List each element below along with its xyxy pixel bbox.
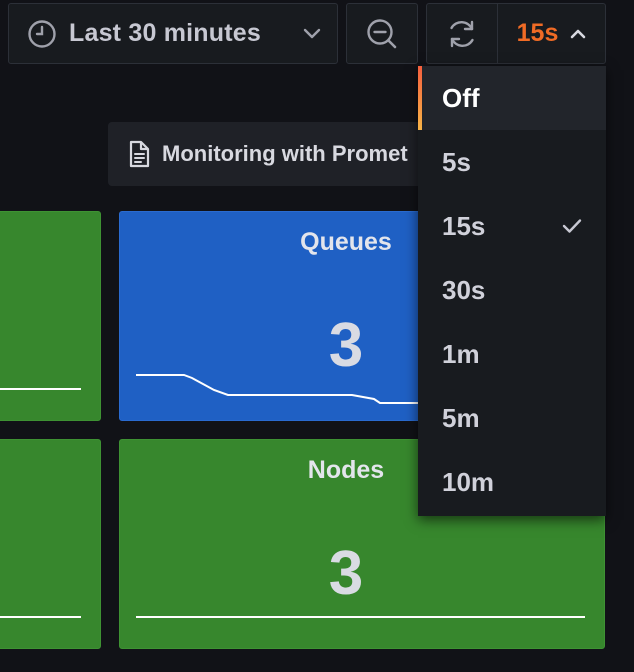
menu-item-10m[interactable]: 10m [418, 450, 606, 514]
dashboard-link-label: Monitoring with Promet [162, 141, 408, 166]
sparkline [0, 616, 81, 618]
menu-item-30s[interactable]: 30s [418, 258, 606, 322]
refresh-icon [450, 20, 474, 47]
menu-item-label: 1m [442, 338, 480, 369]
zoom-out-button[interactable] [346, 3, 418, 64]
zoom-out-icon [367, 18, 397, 48]
refresh-interval-button[interactable]: 15s [498, 19, 605, 48]
menu-item-label: 15s [442, 210, 486, 241]
chevron-up-icon [571, 29, 586, 39]
menu-item-1m[interactable]: 1m [418, 322, 606, 386]
refresh-interval-menu: Off 5s 15s 30s 1m 5m 10m [418, 66, 606, 516]
stat-panel-left-top[interactable] [0, 211, 101, 421]
refresh-button[interactable] [427, 4, 498, 63]
menu-item-15s[interactable]: 15s [418, 194, 606, 258]
refresh-interval-value: 15s [516, 19, 559, 47]
check-icon [562, 219, 582, 233]
chevron-down-icon [303, 28, 321, 38]
time-range-label: Last 30 minutes [69, 19, 261, 47]
stat-panel-left-bottom[interactable] [0, 439, 101, 649]
document-icon [129, 140, 150, 168]
menu-item-label: 10m [442, 466, 495, 497]
dashboard-link[interactable]: Monitoring with Promet [108, 122, 448, 186]
sparkline [0, 388, 81, 390]
menu-item-label: 5m [442, 402, 480, 433]
refresh-picker: 15s [426, 3, 606, 64]
menu-item-5s[interactable]: 5s [418, 130, 606, 194]
time-range-picker[interactable]: Last 30 minutes [8, 3, 338, 64]
menu-item-off[interactable]: Off [418, 66, 606, 130]
menu-item-label: Off [442, 82, 480, 113]
clock-icon [28, 19, 56, 48]
menu-item-5m[interactable]: 5m [418, 386, 606, 450]
menu-item-label: 30s [442, 274, 486, 305]
menu-item-label: 5s [442, 146, 471, 177]
